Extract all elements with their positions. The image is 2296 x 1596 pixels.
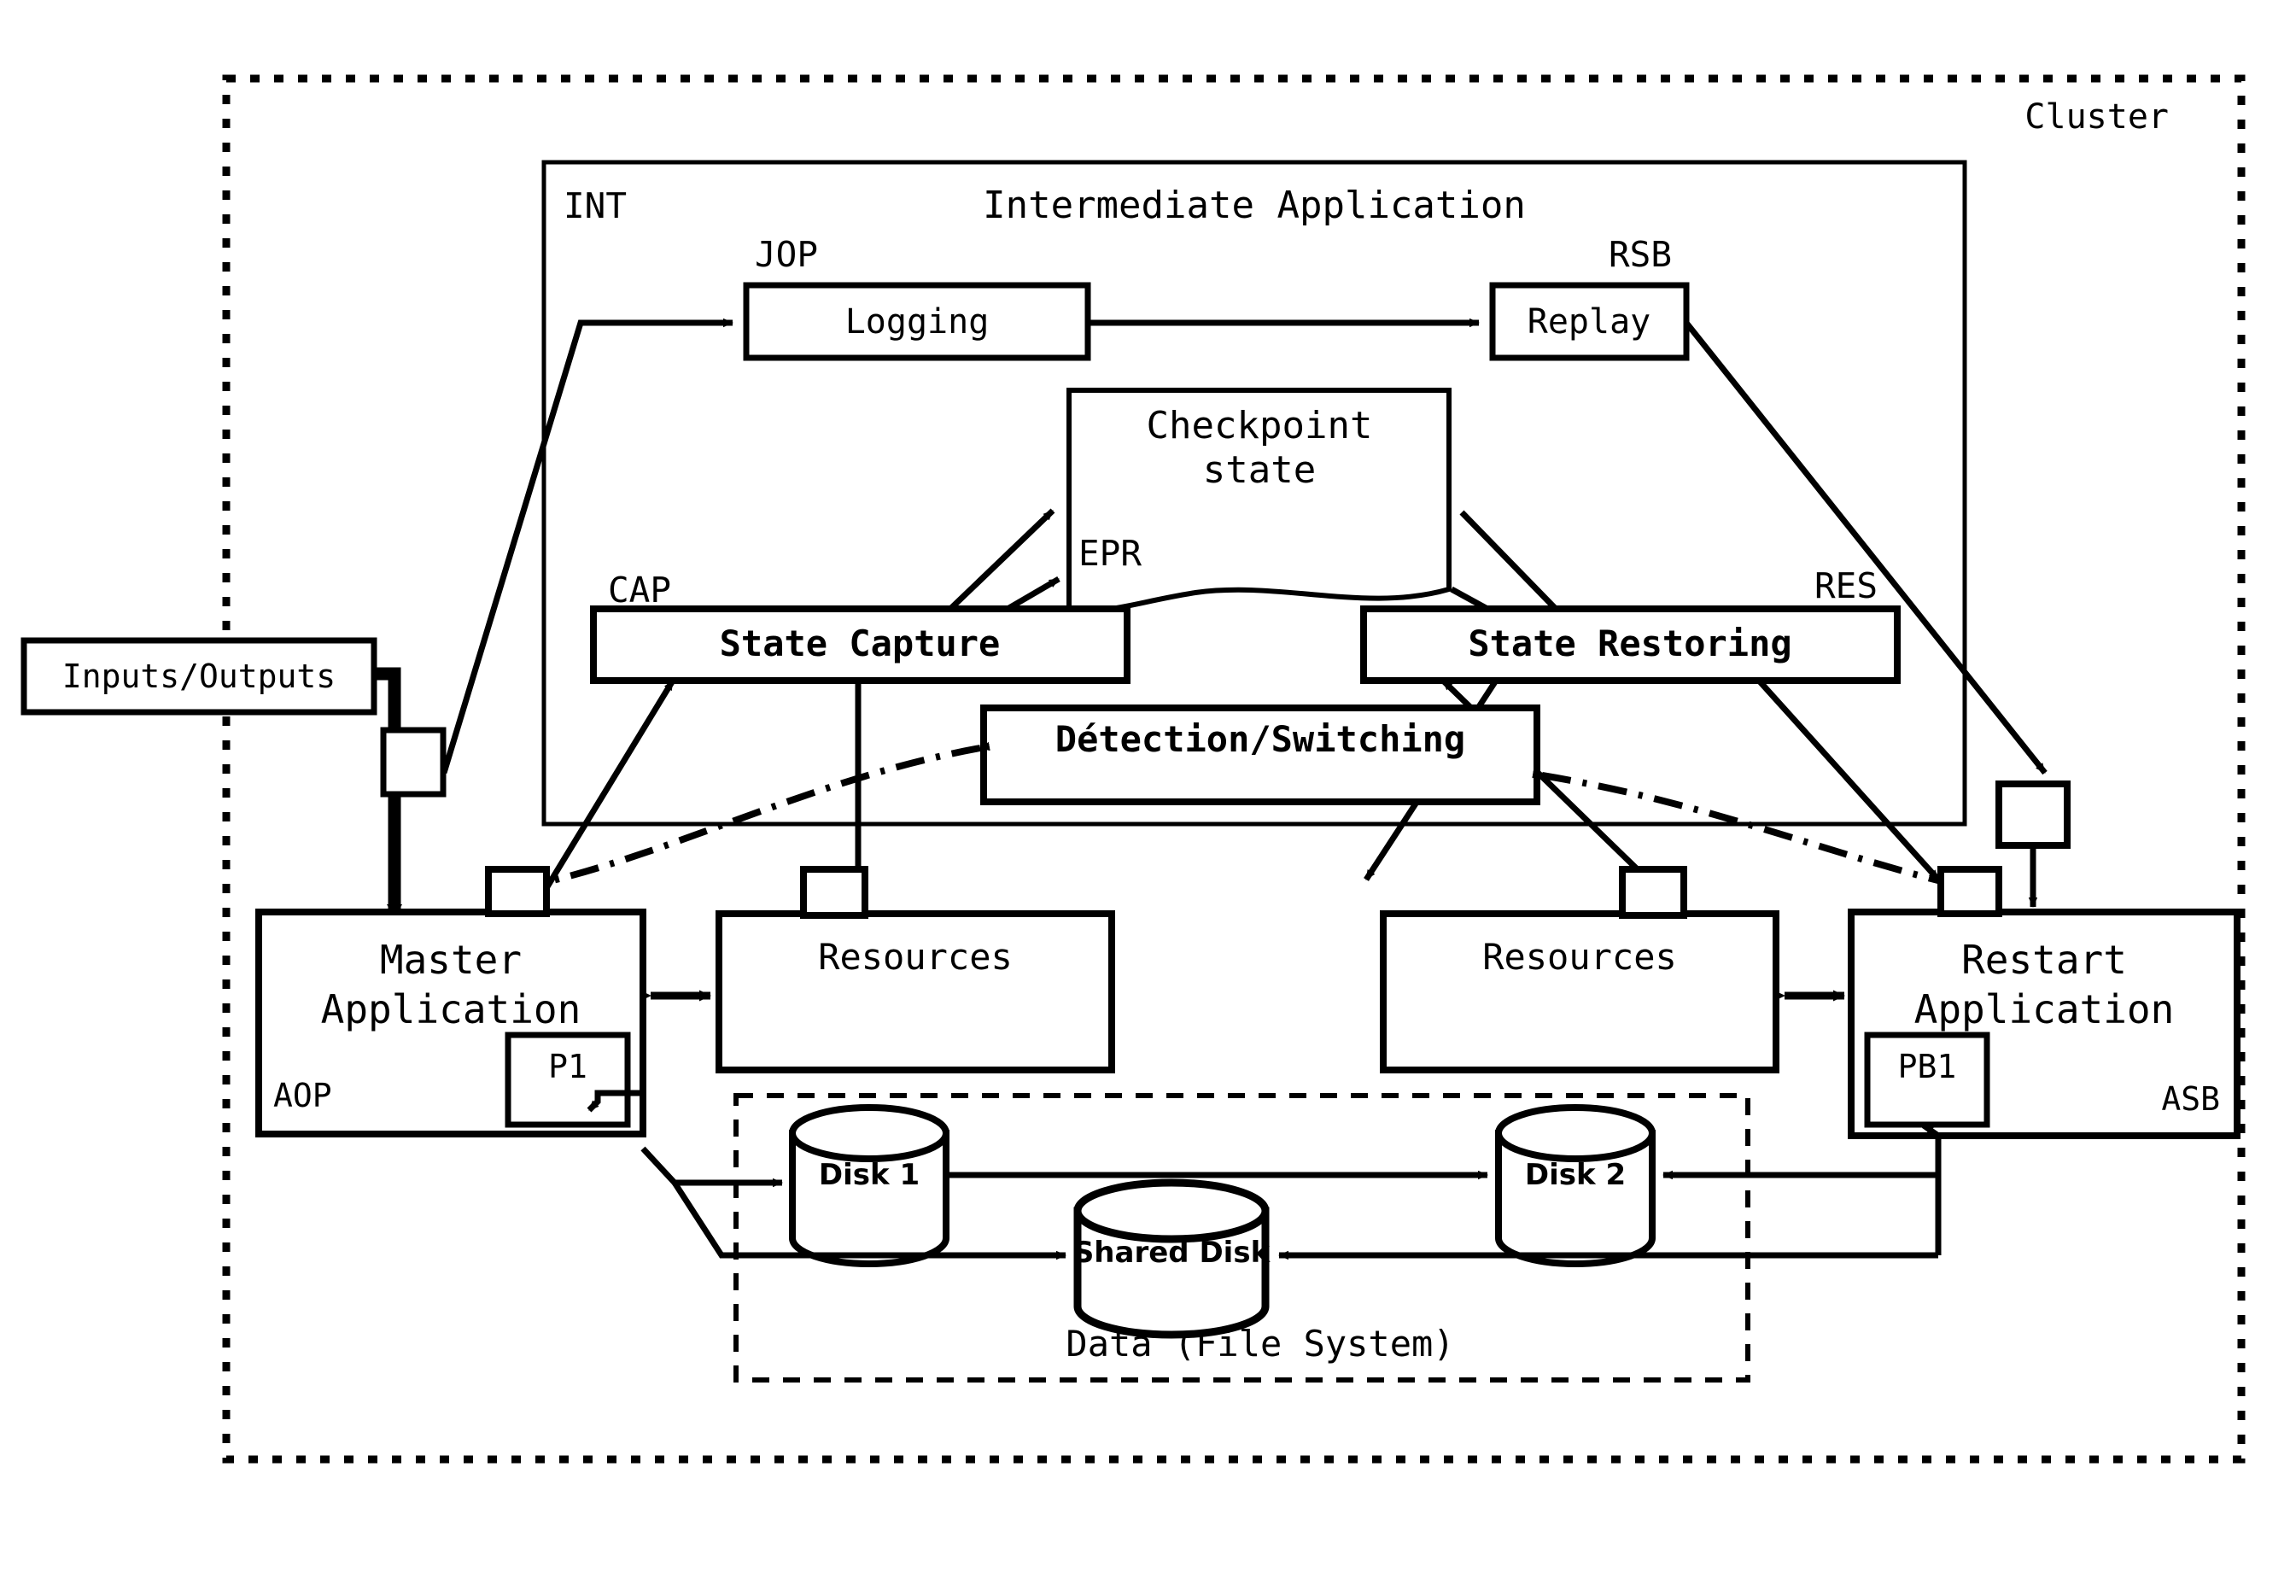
restart-port-tab	[1937, 866, 2002, 917]
master-application-line2: Application	[321, 986, 581, 1032]
master-process-p1-label: P1	[548, 1048, 587, 1085]
detection-switching-label: Détection/Switching	[1055, 718, 1465, 760]
io-port-box	[380, 727, 447, 798]
replay-tag-rsb: RSB	[1609, 234, 1672, 275]
architecture-diagram: Cluster INT Intermediate Application JOP…	[0, 0, 2296, 1596]
state-capture-tag-cap: CAP	[608, 570, 671, 611]
logging-tag-jop: JOP	[755, 234, 818, 275]
shared-disk-label: Shared Disk	[1073, 1236, 1271, 1270]
resources-left-port-tab	[800, 866, 868, 919]
replay-label: Replay	[1528, 302, 1651, 342]
resources-left-label: Resources	[818, 936, 1013, 978]
restart-replay-port-box	[1995, 780, 2071, 849]
disk1-label: Disk 1	[819, 1158, 920, 1192]
disk2-label: Disk 2	[1525, 1158, 1626, 1192]
state-restoring-label: State Restoring	[1468, 623, 1791, 664]
master-port-tab	[485, 866, 550, 917]
master-tag-aop: AOP	[273, 1077, 332, 1114]
checkpoint-tag-epr: EPR	[1078, 533, 1142, 574]
checkpoint-state-label-line1: Checkpoint	[1147, 404, 1373, 447]
restart-application-line1: Restart	[1961, 937, 2127, 983]
checkpoint-state-label-line2: state	[1203, 448, 1316, 492]
intermediate-tag-int: INT	[564, 185, 627, 226]
diagram-canvas: Cluster INT Intermediate Application JOP…	[0, 0, 2296, 1596]
resources-right-port-tab	[1619, 866, 1687, 919]
restart-application-line2: Application	[1914, 986, 2175, 1032]
state-restoring-tag-res: RES	[1814, 565, 1878, 606]
master-application-line1: Master	[380, 937, 522, 983]
intermediate-application-title: Intermediate Application	[983, 184, 1526, 227]
restart-process-pb1-label: PB1	[1898, 1048, 1957, 1085]
logging-label: Logging	[845, 302, 990, 342]
cluster-label: Cluster	[2024, 97, 2169, 137]
restart-tag-asb: ASB	[2161, 1080, 2220, 1118]
state-capture-label: State Capture	[720, 623, 1001, 664]
resources-right-label: Resources	[1482, 936, 1677, 978]
inputs-outputs-label: Inputs/Outputs	[62, 658, 336, 695]
